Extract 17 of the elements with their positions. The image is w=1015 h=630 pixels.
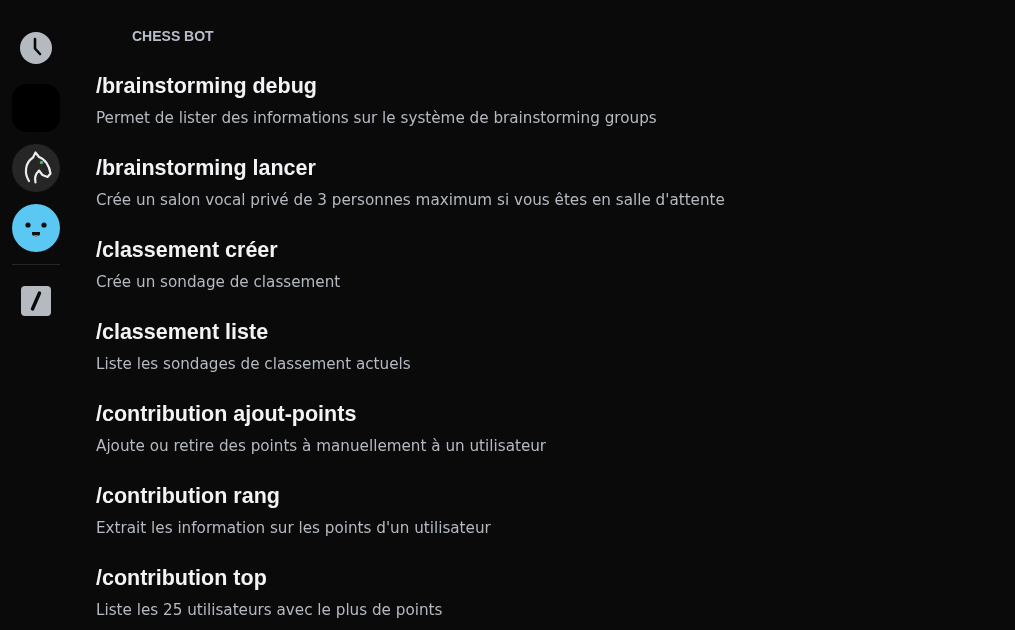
command-description: Liste les 25 utilisateurs avec le plus de points (96, 600, 443, 620)
command-description: Ajoute ou retire des points à manuellement à un utilisateur (96, 436, 547, 456)
command-description: Permet de lister des informations sur le système de brainstorming groups (96, 108, 657, 128)
command-name[interactable]: /brainstorming lancer (96, 156, 316, 180)
command-name[interactable]: /contribution rang (96, 484, 280, 508)
command-description: Liste les sondages de classement actuels (96, 354, 411, 374)
command-description: Crée un sondage de classement (96, 272, 341, 292)
command-name[interactable]: /brainstorming debug (96, 74, 317, 98)
section-title: CHESS BOT (132, 27, 214, 46)
smiley-face-icon[interactable] (12, 204, 60, 252)
command-description: Extrait les information sur les points d'un utilisateur (96, 518, 491, 538)
command-name[interactable]: /classement liste (96, 320, 269, 344)
command-name[interactable]: /classement créer (96, 238, 278, 262)
command-description: Crée un salon vocal privé de 3 personnes maximum si vous êtes en salle d'attente (96, 190, 725, 210)
command-name[interactable]: /contribution ajout-points (96, 402, 357, 426)
knight-icon[interactable] (12, 144, 60, 192)
command-name[interactable]: /contribution top (96, 566, 267, 590)
